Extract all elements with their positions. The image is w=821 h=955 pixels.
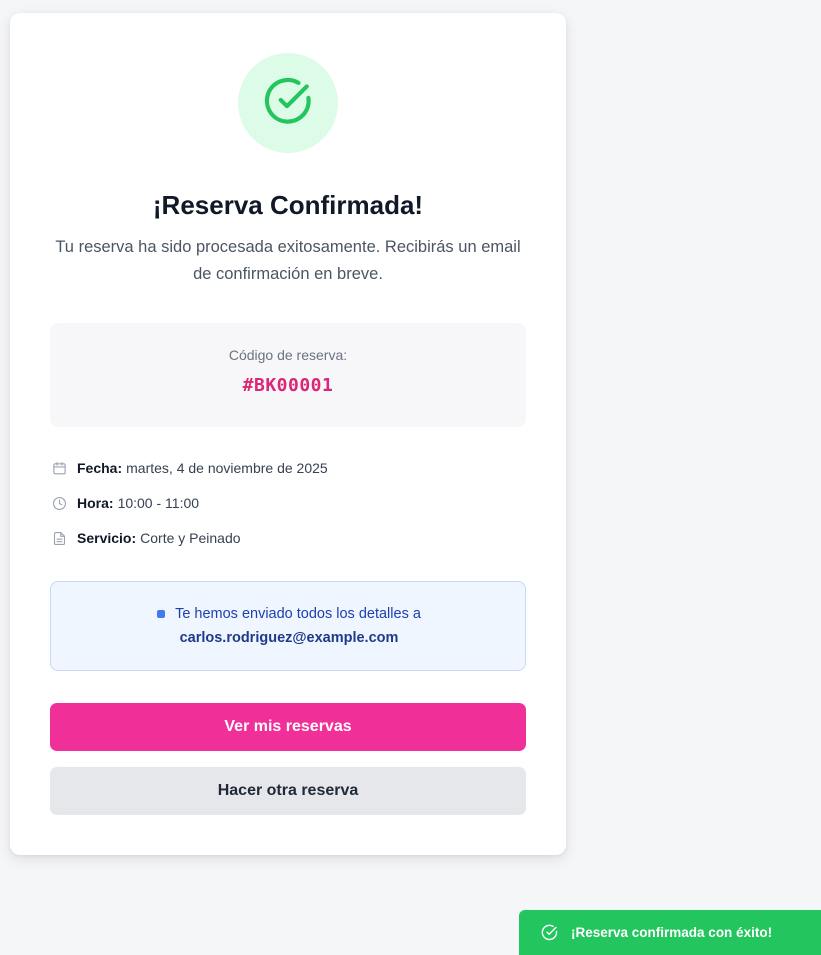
calendar-icon	[50, 459, 68, 477]
email-notice: Te hemos enviado todos los detalles a ca…	[50, 581, 526, 671]
confirmation-message: Tu reserva ha sido procesada exitosament…	[55, 238, 521, 283]
detail-time: Hora: 10:00 - 11:00	[50, 493, 199, 513]
time-label: Hora:	[77, 495, 114, 511]
booking-code-value: #BK00001	[242, 375, 334, 396]
booking-code-label: Código de reserva:	[228, 347, 348, 363]
time-value: 10:00 - 11:00	[117, 495, 200, 511]
confirmation-card: ¡Reserva Confirmada! Tu reserva ha sido …	[10, 13, 566, 855]
page-title: ¡Reserva Confirmada!	[152, 190, 424, 220]
detail-date: Fecha: martes, 4 de noviembre de 2025	[50, 458, 328, 478]
new-booking-button[interactable]: Hacer otra reserva	[50, 767, 526, 815]
mail-icon	[157, 610, 166, 618]
booking-code-box: Código de reserva: #BK00001	[50, 323, 526, 427]
service-value: Corte y Peinado	[140, 530, 241, 546]
view-bookings-button[interactable]: Ver mis reservas	[50, 703, 526, 751]
date-value: martes, 4 de noviembre de 2025	[126, 460, 328, 476]
document-icon	[50, 529, 68, 547]
success-badge	[238, 53, 338, 153]
date-label: Fecha:	[77, 460, 123, 476]
email-notice-line: Te hemos enviado todos los detalles a	[51, 606, 527, 622]
email-address: carlos.rodriguez@example.com	[179, 630, 399, 646]
success-toast[interactable]: ¡Reserva confirmada con éxito!	[519, 910, 821, 955]
email-notice-text: Te hemos enviado todos los detalles a	[175, 606, 421, 622]
clock-icon	[50, 494, 68, 512]
check-circle-icon	[263, 76, 313, 131]
toast-message: ¡Reserva confirmada con éxito!	[571, 925, 773, 940]
service-label: Servicio:	[77, 530, 137, 546]
detail-service: Servicio: Corte y Peinado	[50, 528, 241, 548]
check-circle-icon	[541, 924, 559, 942]
